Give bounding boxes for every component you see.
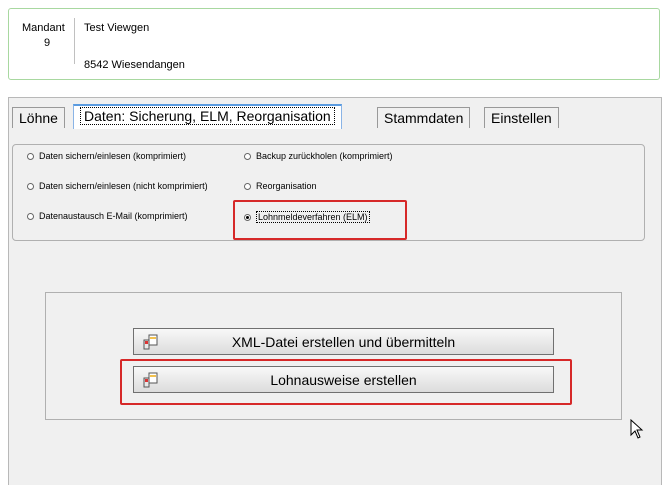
button-label: XML-Datei erstellen und übermitteln <box>231 333 456 350</box>
radio-circle <box>27 212 34 220</box>
radio-circle <box>244 182 251 190</box>
tab-label: Daten: Sicherung, ELM, Reorganisation <box>80 107 335 125</box>
tab-loehne[interactable]: Löhne <box>12 107 65 128</box>
radio-daten-sichern-nicht-komprimiert[interactable]: Daten sichern/einlesen (nicht komprimier… <box>27 181 208 191</box>
radio-reorganisation[interactable]: Reorganisation <box>244 181 317 191</box>
highlight-lohnausweise <box>120 359 572 405</box>
mouse-cursor-icon <box>630 419 644 439</box>
header-divider <box>74 18 75 64</box>
tab-label: Stammdaten <box>384 110 464 126</box>
company-name: Test Viewgen <box>84 22 150 34</box>
document-gear-icon <box>143 334 158 350</box>
xml-create-button[interactable]: XML-Datei erstellen und übermitteln <box>133 328 554 355</box>
radio-circle <box>27 152 34 160</box>
radio-label: Daten sichern/einlesen (komprimiert) <box>39 151 187 161</box>
mandant-label: Mandant <box>22 22 65 34</box>
radio-circle <box>244 152 251 160</box>
radio-label: Backup zurückholen (komprimiert) <box>256 151 393 161</box>
radio-circle <box>27 182 34 190</box>
tab-label: Einstellen <box>491 110 552 126</box>
tab-stammdaten[interactable]: Stammdaten <box>377 107 471 128</box>
radio-daten-sichern-komprimiert[interactable]: Daten sichern/einlesen (komprimiert) <box>27 151 186 161</box>
radio-label: Datenaustausch E-Mail (komprimiert) <box>39 211 188 221</box>
radio-label: Reorganisation <box>256 181 317 191</box>
company-address: 8542 Wiesendangen <box>84 59 185 71</box>
tab-daten[interactable]: Daten: Sicherung, ELM, Reorganisation <box>73 104 342 129</box>
highlight-elm-option <box>233 200 407 240</box>
tab-einstellen[interactable]: Einstellen <box>484 107 559 128</box>
radio-backup-zurueckholen[interactable]: Backup zurückholen (komprimiert) <box>244 151 393 161</box>
mandant-header: Mandant 9 Test Viewgen 8542 Wiesendangen <box>8 8 660 80</box>
radio-label: Daten sichern/einlesen (nicht komprimier… <box>39 181 208 191</box>
radio-datenaustausch-email[interactable]: Datenaustausch E-Mail (komprimiert) <box>27 211 188 221</box>
mandant-number: 9 <box>44 37 51 49</box>
tab-label: Löhne <box>19 110 58 126</box>
